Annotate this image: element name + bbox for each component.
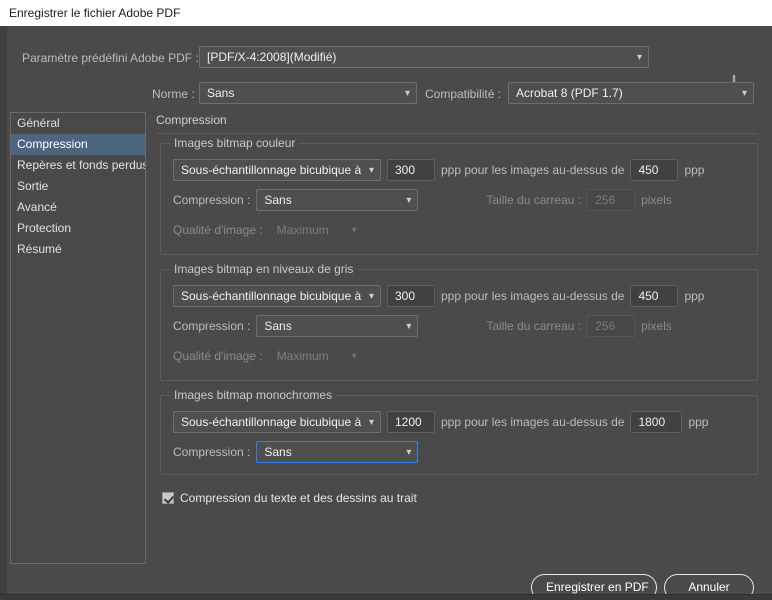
- gray-tile-label: Taille du carreau :: [486, 319, 582, 333]
- group-grayscale-legend: Images bitmap en niveaux de gris: [170, 262, 358, 276]
- color-dpi-input[interactable]: 300: [387, 159, 435, 181]
- color-tile-input: 256: [587, 189, 636, 211]
- gray-sampling-row: Sous-échantillonnage bicubique à ▾ 300 pp…: [173, 284, 745, 314]
- standard-label: Norme :: [152, 87, 195, 101]
- window-title: Enregistrer le fichier Adobe PDF: [0, 0, 772, 26]
- group-grayscale-bitmap: Images bitmap en niveaux de gris Sous-éc…: [160, 262, 758, 381]
- color-threshold-input[interactable]: 450: [630, 159, 679, 181]
- color-quality-row: Qualité d'image : Maximum ▾: [173, 218, 745, 248]
- checkmark-icon[interactable]: [162, 491, 174, 504]
- compatibility-label: Compatibilité :: [425, 87, 502, 101]
- sidebar-item-compression[interactable]: Compression: [11, 134, 145, 155]
- standard-dropdown[interactable]: Sans ▾: [199, 82, 417, 104]
- mono-compression-dropdown[interactable]: Sans ▾: [256, 441, 419, 463]
- chevron-down-icon: ▾: [406, 321, 412, 332]
- standard-row: Norme : Sans ▾ Compatibilité : Acrobat 8…: [0, 82, 772, 106]
- mono-sampling-row: Sous-échantillonnage bicubique à ▾ 1200 p…: [173, 410, 745, 440]
- gray-compression-dropdown[interactable]: Sans ▾: [256, 315, 419, 337]
- chevron-down-icon: ▾: [741, 88, 747, 99]
- save-adobe-pdf-dialog: Enregistrer le fichier Adobe PDF Paramèt…: [0, 0, 772, 600]
- panel-divider: [156, 133, 758, 134]
- color-quality-value: Maximum: [276, 223, 329, 237]
- gray-threshold-input[interactable]: 450: [630, 285, 679, 307]
- mono-compression-value: Sans: [264, 445, 292, 459]
- color-tile-label: Taille du carreau :: [486, 193, 582, 207]
- group-color-bitmap: Images bitmap couleur Sous-échantillonna…: [160, 136, 758, 255]
- mono-compression-row: Compression : Sans ▾: [173, 440, 745, 470]
- gray-threshold-text: ppp pour les images au-dessus de: [441, 289, 625, 303]
- color-sampling-dropdown[interactable]: Sous-échantillonnage bicubique à ▾: [173, 159, 381, 181]
- sidebar-item-advanced[interactable]: Avancé: [11, 197, 145, 218]
- chevron-down-icon: ▾: [351, 225, 357, 236]
- group-monochrome-bitmap: Images bitmap monochromes Sous-échantill…: [160, 388, 758, 475]
- left-edge-strip: [0, 26, 7, 594]
- mono-compression-label: Compression :: [173, 445, 251, 459]
- settings-sidebar: Général Compression Repères et fonds per…: [10, 112, 146, 564]
- standard-value: Sans: [207, 86, 235, 100]
- bottom-edge-strip: [0, 594, 772, 600]
- sidebar-item-security[interactable]: Protection: [11, 218, 145, 239]
- gray-compression-label: Compression :: [173, 319, 251, 333]
- gray-quality-label: Qualité d'image :: [173, 349, 263, 363]
- mono-sampling-value: Sous-échantillonnage bicubique à: [181, 415, 362, 429]
- sidebar-item-output[interactable]: Sortie: [11, 176, 145, 197]
- preset-label: Paramètre prédéfini Adobe PDF :: [22, 51, 199, 65]
- color-threshold-text: ppp pour les images au-dessus de: [441, 163, 625, 177]
- preset-row: Paramètre prédéfini Adobe PDF : [PDF/X-4…: [0, 46, 772, 70]
- gray-tile-input: 256: [587, 315, 636, 337]
- color-compression-value: Sans: [264, 193, 292, 207]
- chevron-down-icon: ▾: [406, 195, 412, 206]
- compatibility-value: Acrobat 8 (PDF 1.7): [516, 86, 623, 100]
- chevron-down-icon: ▾: [404, 88, 410, 99]
- mono-dpi-input[interactable]: 1200: [387, 411, 435, 433]
- color-quality-label: Qualité d'image :: [173, 223, 263, 237]
- color-compression-label: Compression :: [173, 193, 251, 207]
- color-threshold-unit: ppp: [684, 163, 705, 177]
- gray-dpi-input[interactable]: 300: [387, 285, 435, 307]
- gray-compression-row: Compression : Sans ▾ Taille du carreau :…: [173, 314, 745, 344]
- text-compression-checkbox-row[interactable]: Compression du texte et des dessins au t…: [162, 489, 764, 507]
- group-color-legend: Images bitmap couleur: [170, 136, 300, 150]
- mono-threshold-text: ppp pour les images au-dessus de: [441, 415, 625, 429]
- chevron-down-icon: ▾: [368, 417, 374, 428]
- color-compression-dropdown[interactable]: Sans ▾: [256, 189, 419, 211]
- gray-quality-value: Maximum: [276, 349, 329, 363]
- gray-sampling-dropdown[interactable]: Sous-échantillonnage bicubique à ▾: [173, 285, 381, 307]
- group-monochrome-legend: Images bitmap monochromes: [170, 388, 337, 402]
- mono-threshold-input[interactable]: 1800: [630, 411, 683, 433]
- mono-threshold-unit: ppp: [688, 415, 709, 429]
- color-sampling-row: Sous-échantillonnage bicubique à ▾ 300 pp…: [173, 158, 745, 188]
- chevron-down-icon: ▾: [351, 351, 357, 362]
- chevron-down-icon: ▾: [368, 291, 374, 302]
- color-quality-dropdown: Maximum ▾: [269, 219, 364, 241]
- mono-sampling-dropdown[interactable]: Sous-échantillonnage bicubique à ▾: [173, 411, 381, 433]
- chevron-down-icon: ▾: [636, 52, 642, 63]
- sidebar-item-summary[interactable]: Résumé: [11, 239, 145, 260]
- color-compression-row: Compression : Sans ▾ Taille du carreau :…: [173, 188, 745, 218]
- gray-quality-row: Qualité d'image : Maximum ▾: [173, 344, 745, 374]
- gray-compression-value: Sans: [264, 319, 292, 333]
- text-compression-label: Compression du texte et des dessins au t…: [180, 490, 417, 505]
- dialog-body: Paramètre prédéfini Adobe PDF : [PDF/X-4…: [0, 26, 772, 600]
- gray-threshold-unit: ppp: [684, 289, 705, 303]
- chevron-down-icon: ▾: [406, 447, 412, 458]
- chevron-down-icon: ▾: [368, 165, 374, 176]
- sidebar-item-general[interactable]: Général: [11, 113, 145, 134]
- sidebar-item-marks-bleeds[interactable]: Repères et fonds perdus: [11, 155, 145, 176]
- panel-title: Compression: [156, 113, 227, 127]
- gray-sampling-value: Sous-échantillonnage bicubique à: [181, 289, 362, 303]
- gray-tile-unit: pixels: [641, 319, 672, 333]
- color-sampling-value: Sous-échantillonnage bicubique à: [181, 163, 362, 177]
- preset-value: [PDF/X-4:2008](Modifié): [207, 50, 337, 64]
- gray-quality-dropdown: Maximum ▾: [269, 345, 364, 367]
- compression-panel: Compression Images bitmap couleur Sous-é…: [152, 112, 764, 564]
- compatibility-dropdown[interactable]: Acrobat 8 (PDF 1.7) ▾: [508, 82, 754, 104]
- preset-dropdown[interactable]: [PDF/X-4:2008](Modifié) ▾: [199, 46, 649, 68]
- color-tile-unit: pixels: [641, 193, 672, 207]
